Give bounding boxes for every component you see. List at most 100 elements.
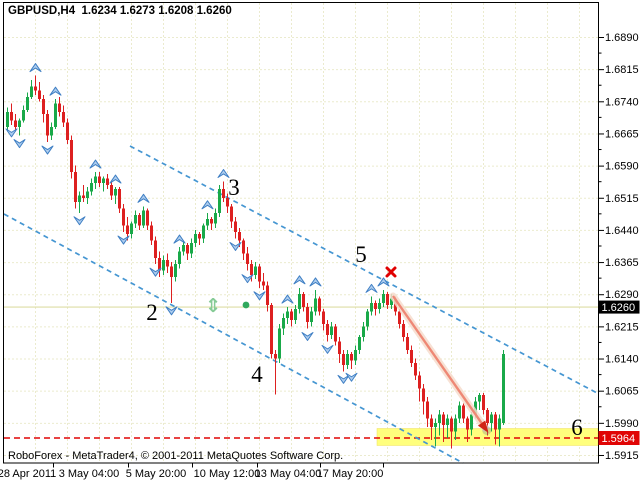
price-axis-label: 1.5915 <box>605 450 639 462</box>
candle-body <box>422 389 425 402</box>
candle-body <box>430 419 433 428</box>
candle-body <box>98 176 101 182</box>
candle-body <box>410 350 413 363</box>
candle-body <box>378 303 381 309</box>
candle-body <box>14 121 17 127</box>
candle-body <box>466 419 469 430</box>
fractal-up-icon <box>30 64 41 72</box>
candle-body <box>118 189 121 208</box>
candle-body <box>94 176 97 182</box>
candle-body <box>358 337 361 350</box>
candle-body <box>10 112 13 121</box>
candle-body <box>326 324 329 335</box>
candle-body <box>86 191 89 197</box>
fractal-down-icon <box>14 140 25 148</box>
time-axis: 28 Apr 20113 May 04:00 5 May 20:00 10 May … <box>0 464 384 480</box>
target-zone-layer <box>4 429 598 446</box>
candle-body <box>298 294 301 309</box>
candle-body <box>354 350 357 361</box>
price-axis-label: 1.6815 <box>605 64 639 76</box>
candle-body <box>78 196 81 202</box>
candle-body <box>334 326 337 341</box>
candle-body <box>202 226 205 239</box>
candle-body <box>82 196 85 198</box>
candle-body <box>366 311 369 326</box>
candle-body <box>442 414 445 425</box>
candle-body <box>134 215 137 224</box>
candle-body <box>166 260 169 266</box>
candle-body <box>282 318 285 329</box>
fractal-up-icon <box>366 284 377 292</box>
candle-body <box>310 311 313 322</box>
candle-body <box>406 337 409 350</box>
price-axis-label: 1.6515 <box>605 193 639 205</box>
candle-body <box>338 341 341 354</box>
price-axis-label: 1.6740 <box>605 96 639 108</box>
fractal-up-icon <box>110 175 121 183</box>
candle-body <box>458 406 461 419</box>
candle-body <box>454 419 457 432</box>
candle-body <box>450 419 453 432</box>
chart-title: GBPUSD,H4 1.6234 1.6273 1.6208 1.6260 <box>8 5 232 17</box>
candle-body <box>130 223 133 234</box>
time-axis-label: 5 May 20:00 <box>126 468 187 480</box>
price-axis-label: 1.6215 <box>605 321 639 333</box>
price-axis-label: 1.6065 <box>605 386 639 398</box>
candle-body <box>402 324 405 337</box>
candle-body <box>146 211 149 226</box>
candle-body <box>162 260 165 271</box>
candle-body <box>502 354 505 423</box>
wave-number-label: 6 <box>571 415 583 440</box>
candle-body <box>102 178 105 182</box>
candle-body <box>30 86 33 97</box>
candle-body <box>22 110 25 121</box>
time-axis-label: 28 Apr 2011 <box>0 468 56 480</box>
candle-body <box>494 414 497 429</box>
wave-number-label: 3 <box>228 175 240 200</box>
candle-body <box>246 253 249 264</box>
candle-body <box>66 123 69 140</box>
price-axis: 1.68901.68151.67401.66651.65901.65151.64… <box>599 32 640 462</box>
price-chart[interactable]: 23456⇕ 1.68901.68151.67401.66651.65901.6… <box>0 0 640 480</box>
candle-body <box>374 303 377 309</box>
candle-body <box>322 311 325 324</box>
dot-marker-icon <box>243 302 250 309</box>
candle-body <box>482 395 485 410</box>
fractal-down-icon <box>302 333 313 341</box>
candle-body <box>270 305 273 354</box>
fractal-up-icon <box>174 235 185 243</box>
price-axis-label: 1.6365 <box>605 257 639 269</box>
candle-body <box>446 419 449 425</box>
candle-body <box>350 354 353 360</box>
candle-body <box>218 189 221 213</box>
candle-body <box>398 311 401 324</box>
candle-body <box>50 127 53 136</box>
candle-body <box>382 294 385 303</box>
candle-body <box>426 401 429 418</box>
fractal-up-icon <box>310 278 321 286</box>
candle-body <box>370 303 373 312</box>
candle-body <box>214 213 217 224</box>
candle-body <box>278 329 281 359</box>
candle-body <box>234 221 237 232</box>
fractal-down-icon <box>338 375 349 383</box>
candle-body <box>290 311 293 320</box>
time-axis-label: 10 May 12:00 <box>194 468 261 480</box>
candle-body <box>178 251 181 264</box>
candle-body <box>138 215 141 226</box>
candle-body <box>170 266 173 277</box>
candle-body <box>486 410 489 423</box>
candle-body <box>174 264 177 277</box>
candle-body <box>114 189 117 195</box>
candle-body <box>294 309 297 320</box>
candle-body <box>38 91 41 100</box>
time-axis-label: 17 May 20:00 <box>317 468 384 480</box>
channel-upper-line <box>130 146 597 393</box>
time-axis-label: 3 May 04:00 <box>59 468 120 480</box>
candle-body <box>206 219 209 225</box>
candle-body <box>462 406 465 419</box>
price-axis-label: 1.6890 <box>605 32 639 44</box>
candle-body <box>250 264 253 275</box>
candle-body <box>498 419 501 430</box>
wave-number-label: 4 <box>251 362 263 387</box>
